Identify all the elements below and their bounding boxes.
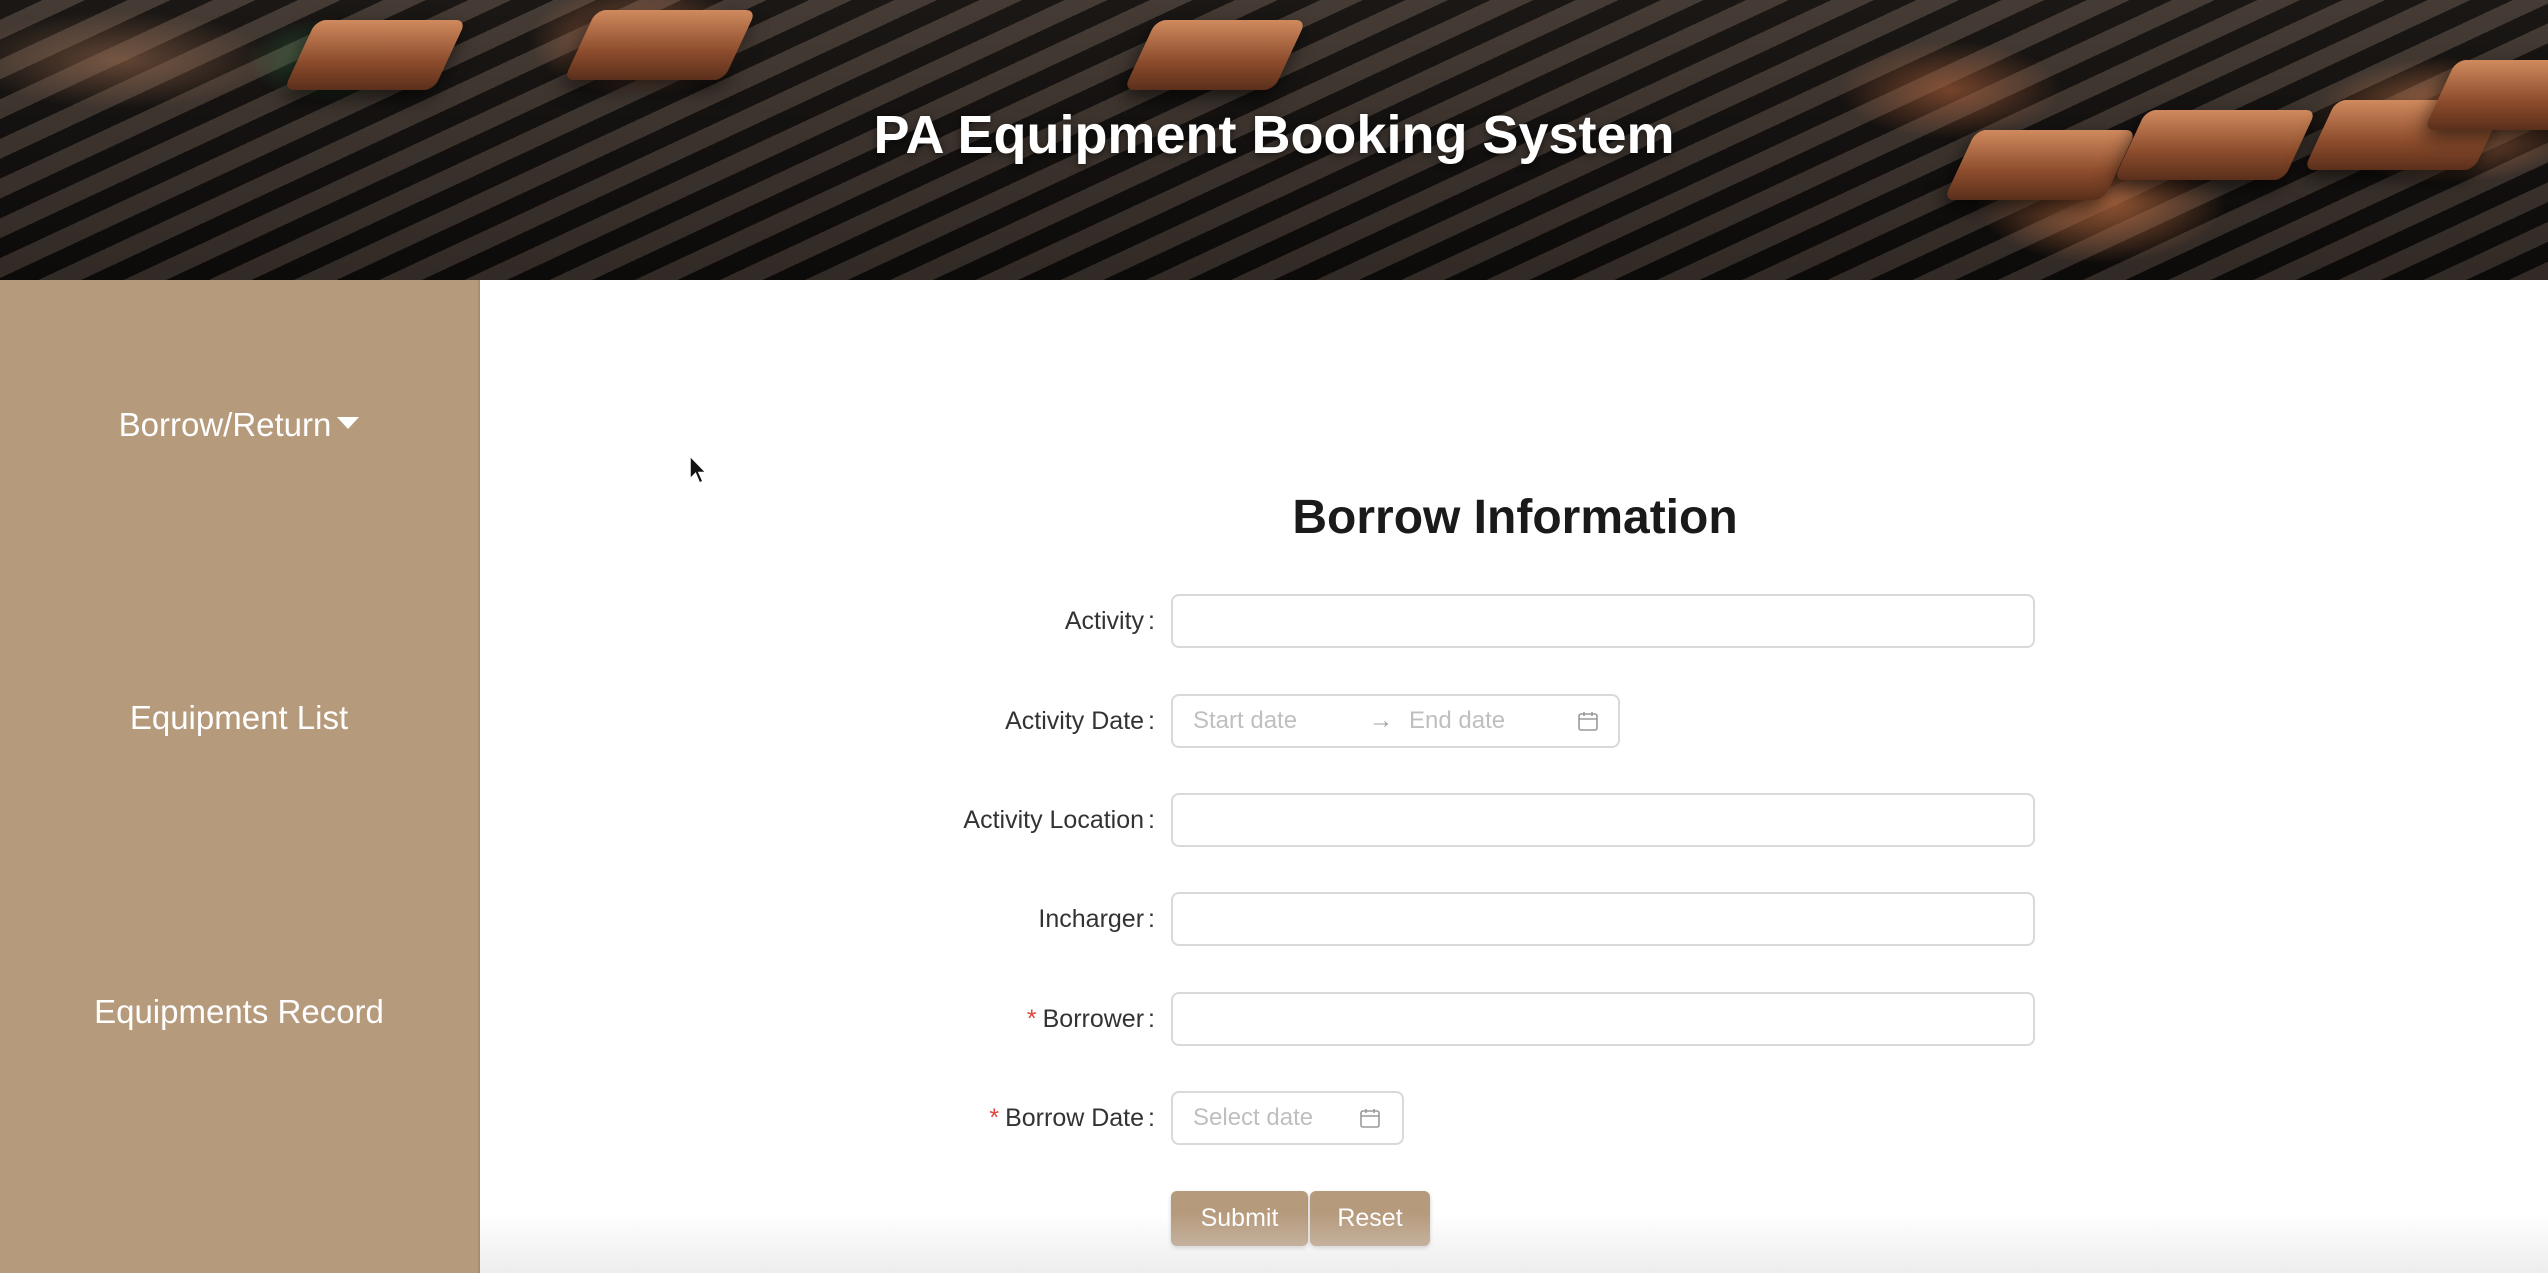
banner-fader-decoration [1123,20,1307,90]
sidebar-item-label: Borrow/Return [118,406,332,443]
start-date-input[interactable]: Start date [1193,696,1297,746]
calendar-icon [1360,1109,1380,1128]
activity-location-input[interactable] [1171,793,2035,847]
activity-date-label: Activity Date: [1005,707,1155,735]
borrow-date-label: * Borrow Date: [989,1104,1155,1132]
reset-button[interactable]: Reset [1310,1191,1430,1246]
banner-fader-decoration [563,10,757,80]
header-banner: PA Equipment Booking System [0,0,2548,280]
borrower-input[interactable] [1171,992,2035,1046]
banner-fader-decoration [283,20,467,90]
activity-location-label: Activity Location: [963,806,1155,834]
borrow-date-picker[interactable]: Select date [1171,1091,1404,1145]
submit-button[interactable]: Submit [1171,1191,1308,1246]
range-arrow-icon: → [1369,707,1393,734]
activity-label: Activity: [1064,607,1155,635]
sidebar: Borrow/Return Equipment List Equipments … [0,280,480,1273]
caret-down-icon [337,417,360,430]
sidebar-item-borrow-return[interactable]: Borrow/Return [0,406,478,444]
required-mark: * [989,1104,1000,1132]
borrower-label: * Borrower: [1026,1005,1155,1033]
main-content [480,280,2548,1273]
sidebar-item-label: Equipments Record [94,993,384,1030]
borrow-date-input[interactable]: Select date [1193,1093,1313,1143]
incharger-label: Incharger: [1038,905,1155,933]
sidebar-item-label: Equipment List [129,699,349,736]
sidebar-item-equipments-record[interactable]: Equipments Record [0,993,478,1031]
calendar-icon [1578,712,1598,731]
activity-date-range-picker[interactable]: Start date → End date [1171,694,1620,748]
incharger-input[interactable] [1171,892,2035,946]
sidebar-item-equipment-list[interactable]: Equipment List [0,699,478,737]
end-date-input[interactable]: End date [1409,696,1505,746]
form-title: Borrow Information [1292,491,1738,544]
required-mark: * [1026,1005,1037,1033]
activity-input[interactable] [1171,594,2035,648]
page-title: PA Equipment Booking System [873,105,1675,165]
mouse-cursor-icon [689,455,708,484]
